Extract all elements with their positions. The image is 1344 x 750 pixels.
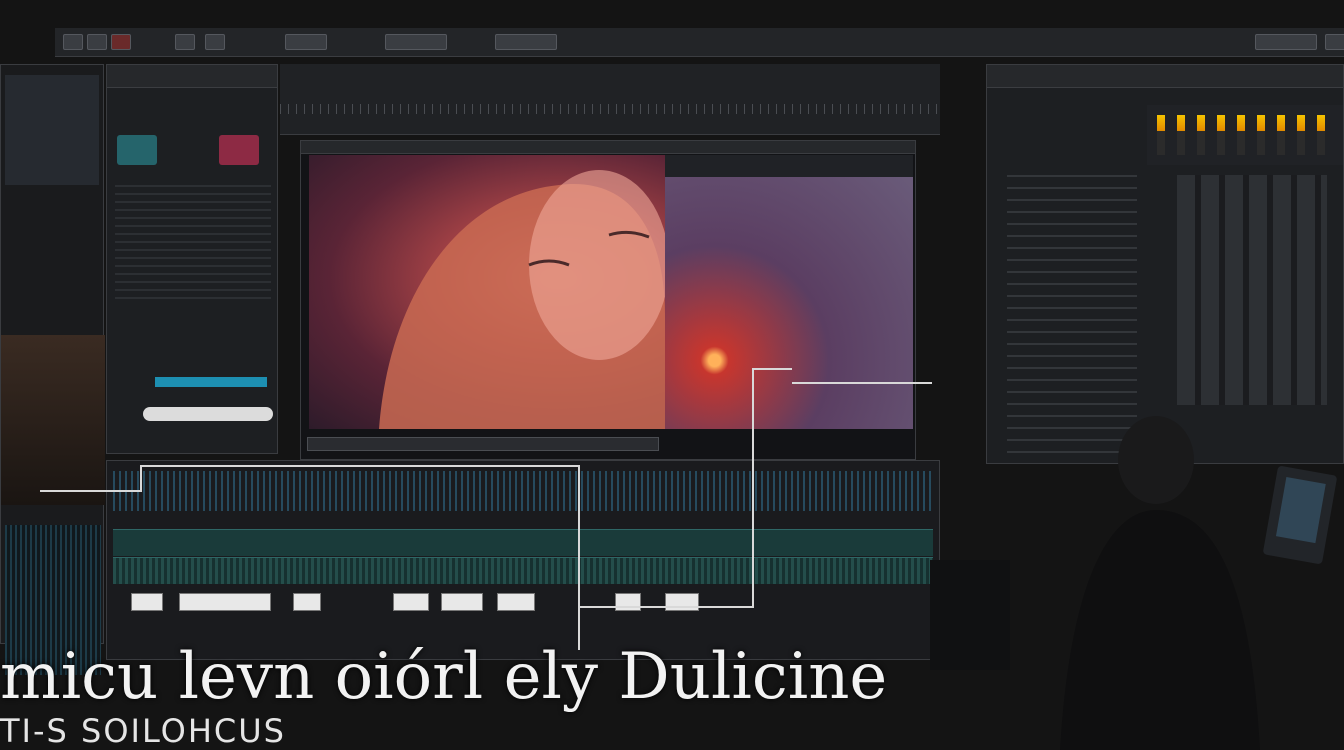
record-icon[interactable]: [111, 34, 131, 50]
timeline-clip[interactable]: [615, 593, 641, 611]
connector-line: [792, 382, 932, 384]
meter: [1317, 115, 1325, 155]
media-thumb[interactable]: [117, 135, 157, 165]
left-panel: [0, 64, 105, 675]
search-icon[interactable]: [205, 34, 225, 50]
media-pool-toolbar: [107, 65, 277, 88]
meter: [1297, 115, 1305, 155]
timeline-video-track[interactable]: [113, 529, 933, 556]
mixer-channels: [1177, 175, 1327, 405]
toolbar-button[interactable]: [385, 34, 447, 50]
progress-bar: [155, 377, 267, 387]
toolbar-button[interactable]: [495, 34, 557, 50]
viewer-transport[interactable]: [307, 437, 659, 451]
overlay-subtitle: TI-S SOILOHCUS: [0, 712, 286, 750]
meter: [1277, 115, 1285, 155]
media-list: [115, 185, 271, 305]
settings-icon[interactable]: [175, 34, 195, 50]
meter: [1157, 115, 1165, 155]
timeline-clip[interactable]: [179, 593, 271, 611]
timeline-clip[interactable]: [665, 593, 699, 611]
ruler-ticks: [280, 104, 940, 114]
play-icon[interactable]: [87, 34, 107, 50]
right-panel-toolbar: [987, 65, 1343, 88]
timeline-waveform: [113, 471, 933, 511]
toolbar-button[interactable]: [285, 34, 327, 50]
viewer-video-frame: [309, 155, 665, 429]
timeline-clip[interactable]: [131, 593, 163, 611]
timeline-audio-track[interactable]: [113, 557, 933, 584]
app-toolbar: [55, 28, 1344, 57]
timeline-clip[interactable]: [497, 593, 535, 611]
media-thumb[interactable]: [219, 135, 259, 165]
meter: [1237, 115, 1245, 155]
media-pool-panel: [106, 64, 278, 454]
meter: [1177, 115, 1185, 155]
viewer-toolbar: [301, 141, 915, 154]
toolbar-button[interactable]: [1325, 34, 1344, 50]
viewer-comparison-frame: [665, 155, 913, 429]
meter: [1257, 115, 1265, 155]
connector-line: [752, 368, 754, 608]
connector-line: [40, 490, 140, 492]
viewer-comparison-header: [665, 155, 913, 177]
timeline-clip[interactable]: [441, 593, 483, 611]
left-panel-thumbnail: [5, 75, 99, 185]
timeline-clip[interactable]: [393, 593, 429, 611]
status-pill: [143, 407, 273, 421]
left-panel-preview: [1, 335, 105, 505]
viewer-panel: [300, 140, 916, 460]
connector-line: [580, 606, 752, 608]
connector-line: [140, 465, 580, 467]
meter: [1217, 115, 1225, 155]
timeline-clip[interactable]: [293, 593, 321, 611]
toolbar-button[interactable]: [1255, 34, 1317, 50]
menu-icon[interactable]: [63, 34, 83, 50]
timeline-panel: [106, 460, 940, 660]
portrait-silhouette: [379, 170, 665, 429]
connector-line: [752, 368, 792, 370]
editor-person-silhouette: [930, 416, 1337, 750]
ruler-bar: [280, 64, 940, 135]
meter: [1197, 115, 1205, 155]
connector-line: [578, 465, 580, 650]
connector-line: [140, 465, 142, 492]
meter-strip: [1147, 105, 1343, 165]
